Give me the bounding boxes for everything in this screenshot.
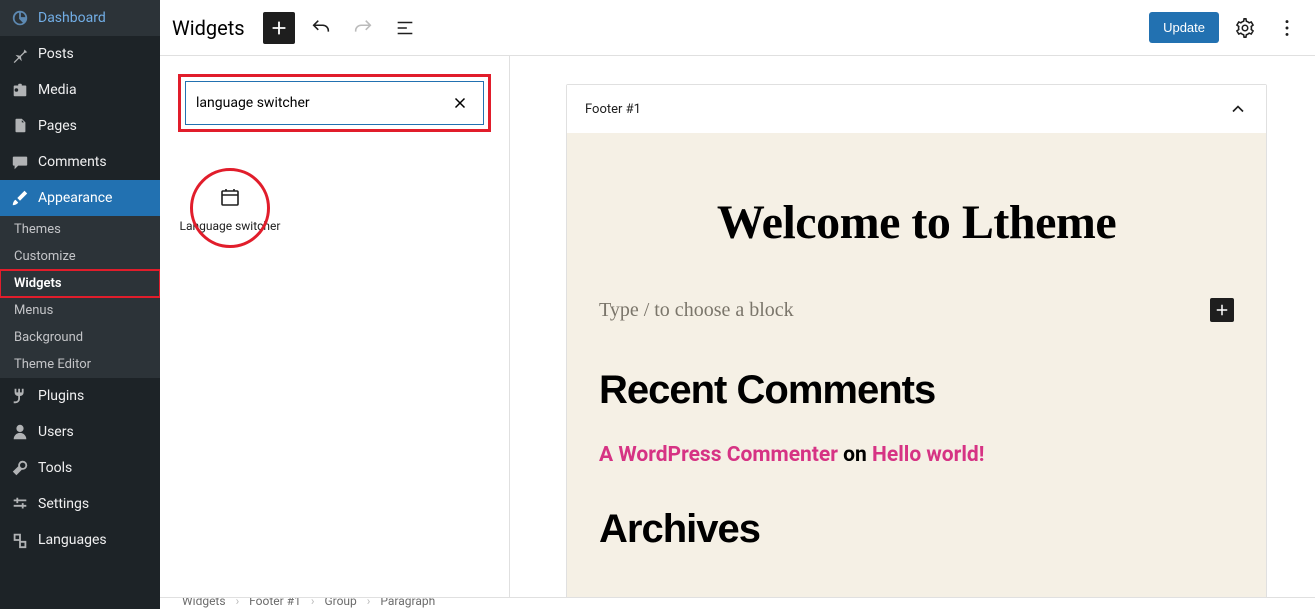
block-search-input[interactable] [196,95,447,111]
widget-area-title: Footer #1 [585,102,641,117]
sidebar-item-label: Settings [38,496,89,512]
brush-icon [10,188,30,208]
widget-area-header[interactable]: Footer #1 [567,85,1266,133]
sidebar-item-label: Tools [38,460,72,476]
sidebar-item-dashboard[interactable]: Dashboard [0,0,160,36]
language-switcher-icon [218,185,242,209]
sidebar-item-appearance[interactable]: Appearance [0,180,160,216]
settings-button[interactable] [1229,12,1261,44]
recent-comment-item: A WordPress Commenter on Hello world! [599,443,1234,467]
sidebar-item-label: Appearance [38,190,112,206]
sidebar-item-label: Users [38,424,74,440]
sidebar-item-label: Comments [38,154,107,170]
submenu-item-widgets[interactable]: Widgets [0,270,160,297]
submenu-item-background[interactable]: Background [0,324,160,351]
archives-heading: Archives [599,507,1234,552]
block-results: Language switcher [160,150,509,270]
more-options-button[interactable] [1271,12,1303,44]
page-title: Widgets [172,16,245,40]
translate-icon [10,530,30,550]
add-block-button[interactable] [263,12,295,44]
sidebar-item-comments[interactable]: Comments [0,144,160,180]
comment-connector: on [838,443,872,467]
wrench-icon [10,458,30,478]
sidebar-item-pages[interactable]: Pages [0,108,160,144]
clear-search-button[interactable] [447,90,473,116]
editor-header: Widgets Update [160,0,1315,56]
sidebar-item-label: Plugins [38,388,84,404]
block-search-box [185,81,484,125]
submenu-item-themes[interactable]: Themes [0,216,160,243]
comment-post-link[interactable]: Hello world! [872,443,984,467]
sidebar-item-users[interactable]: Users [0,414,160,450]
sidebar-item-tools[interactable]: Tools [0,450,160,486]
admin-sidebar: Dashboard Posts Media Pages Comments App… [0,0,160,609]
block-card-language-switcher[interactable]: Language switcher [178,160,282,260]
sidebar-item-label: Pages [38,118,77,134]
block-appender-placeholder[interactable]: Type / to choose a block [599,299,794,322]
plug-icon [10,386,30,406]
comment-icon [10,152,30,172]
comment-author-link[interactable]: A WordPress Commenter [599,443,838,467]
crumb[interactable]: Widgets [182,597,226,608]
sliders-icon [10,494,30,514]
sidebar-item-settings[interactable]: Settings [0,486,160,522]
user-icon [10,422,30,442]
sidebar-item-label: Dashboard [38,10,106,26]
pin-icon [10,44,30,64]
block-inserter-panel: Language switcher [160,56,510,609]
editor-canvas: Footer #1 Welcome to Ltheme Type / to ch… [510,56,1315,597]
sidebar-item-label: Posts [38,46,74,62]
crumb[interactable]: Group [324,597,356,608]
dashboard-icon [10,8,30,28]
widget-area-body: Welcome to Ltheme Type / to choose a blo… [567,133,1266,597]
undo-button[interactable] [305,12,337,44]
crumb[interactable]: Footer #1 [249,597,301,608]
block-card-label: Language switcher [180,219,281,235]
sidebar-item-label: Media [38,82,77,98]
welcome-heading: Welcome to Ltheme [599,195,1234,250]
crumb[interactable]: Paragraph [380,597,435,608]
submenu-item-theme-editor[interactable]: Theme Editor [0,351,160,378]
recent-comments-heading: Recent Comments [599,368,1234,413]
inline-add-block-button[interactable] [1210,298,1234,322]
media-icon [10,80,30,100]
sidebar-item-media[interactable]: Media [0,72,160,108]
block-breadcrumbs: Widgets› Footer #1› Group› Paragraph [160,597,1315,609]
widget-area-footer-1: Footer #1 Welcome to Ltheme Type / to ch… [566,84,1267,597]
search-highlight-frame [178,74,491,132]
submenu-item-customize[interactable]: Customize [0,243,160,270]
list-view-button[interactable] [389,12,421,44]
pages-icon [10,116,30,136]
submenu-item-menus[interactable]: Menus [0,297,160,324]
sidebar-item-plugins[interactable]: Plugins [0,378,160,414]
sidebar-item-label: Languages [38,532,107,548]
chevron-up-icon [1228,99,1248,119]
sidebar-submenu-appearance: Themes Customize Widgets Menus Backgroun… [0,216,160,378]
sidebar-item-posts[interactable]: Posts [0,36,160,72]
redo-button[interactable] [347,12,379,44]
update-button[interactable]: Update [1149,12,1219,43]
sidebar-item-languages[interactable]: Languages [0,522,160,558]
block-appender-row: Type / to choose a block [599,298,1234,322]
